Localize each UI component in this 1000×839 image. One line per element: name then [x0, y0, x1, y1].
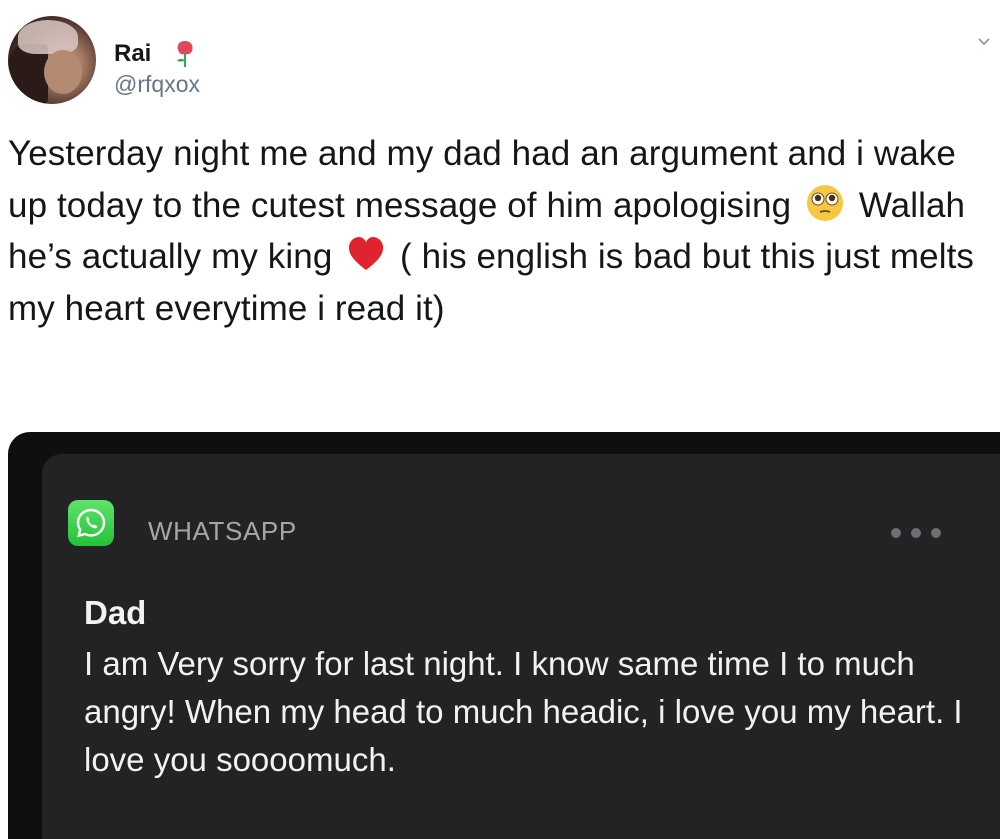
- avatar-scarf: [18, 20, 78, 54]
- avatar[interactable]: [8, 16, 96, 104]
- tweet-text: Yesterday night me and my dad had an arg…: [8, 128, 993, 334]
- rose-icon: [177, 41, 193, 67]
- chevron-down-icon[interactable]: [976, 34, 992, 50]
- notification-card[interactable]: WHATSAPP Dad I am Very sorry for last ni…: [42, 454, 1000, 839]
- tweet-header: Rai @rfqxox: [8, 16, 990, 106]
- red-heart-icon: [349, 237, 384, 270]
- notification-app-name: WHATSAPP: [148, 516, 297, 546]
- display-name[interactable]: Rai: [114, 40, 151, 68]
- notification-message: I am Very sorry for last night. I know s…: [84, 645, 963, 778]
- tweet-media[interactable]: WHATSAPP Dad I am Very sorry for last ni…: [8, 432, 1000, 839]
- user-handle[interactable]: @rfqxox: [114, 70, 200, 98]
- avatar-face: [44, 50, 82, 94]
- tweet: Rai @rfqxox Yesterday night me and my da…: [0, 0, 1000, 839]
- whatsapp-icon: [68, 500, 114, 546]
- more-dots-icon[interactable]: [888, 526, 944, 540]
- pleading-face-icon: [806, 184, 843, 221]
- notification-sender: Dad: [84, 594, 147, 631]
